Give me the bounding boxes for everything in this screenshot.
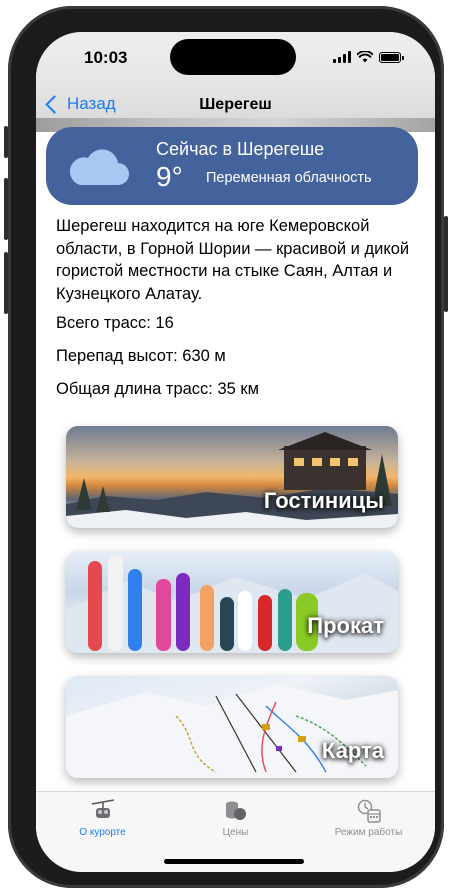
action-button	[4, 126, 8, 158]
weather-title: Сейчас в Шерегеше	[156, 139, 325, 159]
resort-info: Шерегеш находится на юге Кемеровской обл…	[56, 215, 420, 410]
map-card-label: Карта	[321, 738, 384, 763]
tab-about[interactable]: О курорте	[36, 798, 169, 838]
hotels-card[interactable]: Гостиницы	[66, 426, 398, 528]
dynamic-island	[170, 39, 296, 75]
trails-count: Всего трасс: 16	[56, 314, 174, 333]
weather-banner: Сейчас в Шерегеше 9° Переменная облачнос…	[46, 127, 418, 205]
map-card[interactable]: Карта	[66, 676, 398, 778]
status-time: 10:03	[84, 48, 128, 67]
ski-lift-icon	[91, 799, 114, 818]
weather-condition: Переменная облачность	[206, 170, 372, 186]
tab-schedule[interactable]: Режим работы	[302, 798, 435, 838]
rental-card[interactable]: Прокат	[66, 551, 398, 653]
volume-down-button	[4, 252, 8, 314]
phone-frame: 10:03 Назад Шерегеш Сейчас в Шерегеше 9°…	[4, 6, 448, 888]
weather-temperature: 9°	[156, 161, 183, 192]
cloud-icon	[69, 149, 129, 185]
cards-list: Гостиницы Прокат Карта	[66, 426, 398, 801]
tab-prices-label: Цены	[222, 827, 249, 838]
rental-card-label: Прокат	[307, 613, 384, 638]
home-indicator	[164, 859, 304, 864]
signal-icon	[333, 51, 351, 63]
tab-about-label: О курорте	[79, 827, 126, 838]
tab-schedule-label: Режим работы	[334, 827, 403, 838]
wifi-icon	[357, 51, 373, 63]
navigation-bar: Назад Шерегеш	[36, 92, 435, 120]
page-title: Шерегеш	[199, 96, 272, 113]
screen: 10:03 Назад Шерегеш Сейчас в Шерегеше 9°…	[36, 32, 435, 872]
power-button	[444, 216, 448, 312]
elevation-drop: Перепад высот: 630 м	[56, 346, 226, 365]
volume-up-button	[4, 178, 8, 240]
status-icons	[333, 51, 404, 63]
coins-icon	[225, 801, 246, 820]
hotels-card-label: Гостиницы	[263, 488, 384, 513]
clock-calendar-icon	[357, 799, 381, 823]
tab-bar: О курорте Цены Режим работы	[36, 791, 435, 872]
battery-icon	[379, 51, 404, 63]
resort-description: Шерегеш находится на юге Кемеровской обл…	[56, 217, 410, 303]
tab-prices[interactable]: Цены	[169, 798, 302, 838]
trails-length: Общая длина трасс: 35 км	[56, 379, 259, 398]
